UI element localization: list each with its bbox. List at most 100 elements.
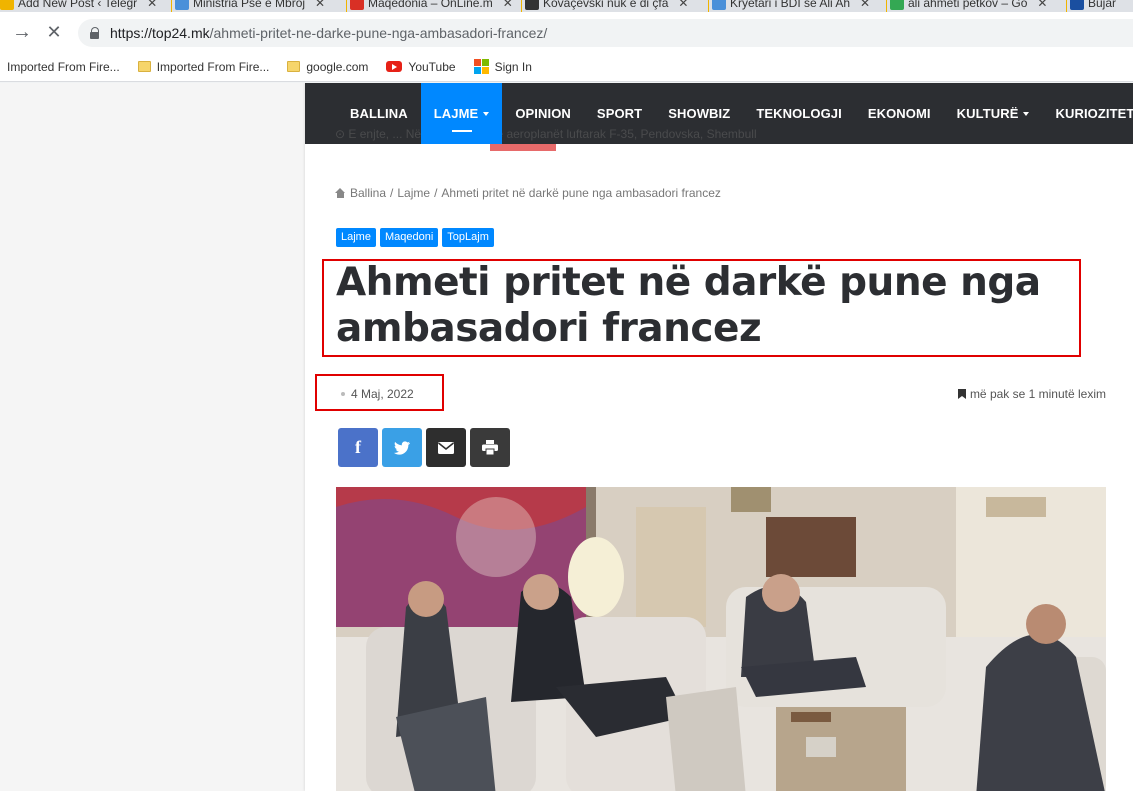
nav-item-ballina[interactable]: BALLINA <box>337 83 421 144</box>
twitter-icon <box>394 440 410 455</box>
browser-tab[interactable]: Bujar <box>1070 0 1133 12</box>
browser-tab[interactable]: Kryetari i BDI se Ali Ah ✕ <box>712 0 888 12</box>
tab-favicon-icon <box>890 0 904 10</box>
tag-toplajm[interactable]: TopLajm <box>442 228 494 247</box>
nav-item-label: KULTURË <box>956 106 1019 121</box>
breadcrumb-category[interactable]: Lajme <box>397 186 430 200</box>
bookmark-label: Imported From Fire... <box>7 59 120 74</box>
nav-item-sport[interactable]: SPORT <box>584 83 655 144</box>
web-content: ⊙ E enjte, ... Në Shkup stërvitje aeropl… <box>0 83 1133 791</box>
tab-separator <box>346 0 347 12</box>
tag-lajme[interactable]: Lajme <box>336 228 376 247</box>
tab-title: Kovaçevski nuk e di çfa <box>543 0 669 10</box>
tab-favicon-icon <box>350 0 364 10</box>
facebook-icon: f <box>355 437 361 457</box>
tab-separator <box>708 0 709 12</box>
lock-icon <box>90 27 100 39</box>
nav-item-label: OPINION <box>515 106 571 121</box>
title-highlight-box <box>322 259 1081 357</box>
tab-separator <box>886 0 887 12</box>
photo-men-seated-in-living-room <box>336 487 1106 791</box>
caret-down-icon <box>1023 111 1030 116</box>
bookmark-label: Imported From Fire... <box>156 59 270 74</box>
tab-favicon-icon <box>1070 0 1084 10</box>
print-button[interactable] <box>470 428 510 467</box>
tab-strip: Add New Post ‹ Telegr ✕ Ministria Pse e Mb… <box>0 0 1133 12</box>
caret-down-icon <box>483 111 490 116</box>
bookmark-item[interactable]: Imported From Fire... <box>137 59 270 74</box>
bookmark-item[interactable]: Sign In <box>473 59 532 74</box>
bookmark-item[interactable]: YouTube <box>386 60 456 74</box>
date-highlight-box <box>315 374 444 411</box>
stop-loading-icon[interactable]: ✕ <box>42 20 66 44</box>
nav-item-ekonomi[interactable]: EKONOMI <box>855 83 944 144</box>
browser-tab[interactable]: ali ahmeti petkov – Go ✕ <box>890 0 1068 12</box>
tab-close-icon[interactable]: ✕ <box>147 0 157 10</box>
tab-favicon-icon <box>175 0 189 10</box>
tab-separator <box>521 0 522 12</box>
read-time-text: më pak se 1 minutë lexim <box>969 387 1106 401</box>
category-tags: Lajme Maqedoni TopLajm <box>336 228 494 247</box>
article-page: ⊙ E enjte, ... Në Shkup stërvitje aeropl… <box>305 83 1133 791</box>
folder-icon <box>137 61 151 72</box>
email-share-button[interactable] <box>426 428 466 467</box>
nav-item-showbiz[interactable]: SHOWBIZ <box>655 83 743 144</box>
bookmarks-bar: Imported From Fire... Imported From Fire.… <box>0 52 1133 82</box>
tab-title: Maqedonia – OnLine.m <box>368 0 493 10</box>
nav-item-lajme[interactable]: LAJME <box>420 83 503 144</box>
read-time: më pak se 1 minutë lexim <box>957 387 1106 401</box>
browser-tab[interactable]: Maqedonia – OnLine.m ✕ <box>350 0 523 12</box>
tab-favicon-icon <box>525 0 539 10</box>
tab-close-icon[interactable]: ✕ <box>860 0 870 10</box>
tab-favicon-icon <box>0 0 14 10</box>
forward-arrow-icon[interactable]: → <box>10 20 34 44</box>
address-bar[interactable]: https://top24.mk/ahmeti-pritet-ne-darke-… <box>78 19 1133 47</box>
article-photo <box>336 487 1106 791</box>
nav-menu: BALLINA LAJME OPINION SPORT SHOWBIZ TEKNOLOGJ… <box>337 83 1133 144</box>
tab-close-icon[interactable]: ✕ <box>678 0 688 10</box>
tab-favicon-icon <box>712 0 726 10</box>
facebook-share-button[interactable]: f <box>338 428 378 467</box>
tab-title: Add New Post ‹ Telegr <box>18 0 138 10</box>
nav-item-opinion[interactable]: OPINION <box>502 83 584 144</box>
tab-separator <box>1066 0 1067 12</box>
bookmark-label: google.com <box>306 59 369 74</box>
folder-icon <box>287 61 301 72</box>
tab-title: Ministria Pse e Mbroj <box>193 0 306 10</box>
share-buttons: f <box>338 428 510 467</box>
nav-item-kultur[interactable]: KULTURË <box>944 83 1043 144</box>
nav-item-kuriozitete[interactable]: KURIOZITETE <box>1042 83 1133 144</box>
browser-toolbar: → ✕ https://top24.mk/ahmeti-pritet-ne-da… <box>0 12 1133 52</box>
tab-close-icon[interactable]: ✕ <box>503 0 513 10</box>
nav-item-teknologji[interactable]: TEKNOLOGJI <box>743 83 855 144</box>
youtube-icon <box>386 61 403 72</box>
main-navigation: ⊙ E enjte, ... Në Shkup stërvitje aeropl… <box>305 83 1133 144</box>
tab-title: Kryetari i BDI se Ali Ah <box>730 0 851 10</box>
home-icon <box>335 188 346 198</box>
email-icon <box>438 441 454 454</box>
tag-maqedoni[interactable]: Maqedoni <box>379 228 439 247</box>
bookmark-label: Sign In <box>494 59 532 74</box>
breadcrumb-home[interactable]: Ballina <box>350 186 386 200</box>
microsoft-logo-square <box>473 59 481 66</box>
nav-item-label: LAJME <box>433 106 479 121</box>
nav-item-label: EKONOMI <box>867 106 931 121</box>
tab-separator <box>171 0 172 12</box>
tab-close-icon[interactable]: ✕ <box>315 0 325 10</box>
tab-title: ali ahmeti petkov – Go <box>908 0 1028 10</box>
tab-close-icon[interactable]: ✕ <box>1037 0 1047 10</box>
nav-item-label: BALLINA <box>350 106 408 121</box>
breadcrumb-separator: / <box>390 186 394 200</box>
bookmark-item[interactable]: google.com <box>287 60 368 74</box>
bookmark-item[interactable]: Imported From Fire... <box>7 60 120 74</box>
microsoft-icon <box>473 59 489 74</box>
twitter-share-button[interactable] <box>382 428 422 467</box>
microsoft-logo-square <box>473 67 481 74</box>
browser-tab[interactable]: Ministria Pse e Mbroj ✕ <box>175 0 348 12</box>
browser-tab[interactable]: Add New Post ‹ Telegr ✕ <box>0 0 173 12</box>
microsoft-logo-square <box>481 59 489 66</box>
url-path: /ahmeti-pritet-ne-darke-pune-nga-ambasad… <box>209 25 548 41</box>
breadcrumb-current: Ahmeti pritet në darkë pune nga ambasado… <box>441 186 721 200</box>
url-host: https://top24.mk <box>110 25 210 41</box>
browser-tab[interactable]: Kovaçevski nuk e di çfa ✕ <box>525 0 710 12</box>
